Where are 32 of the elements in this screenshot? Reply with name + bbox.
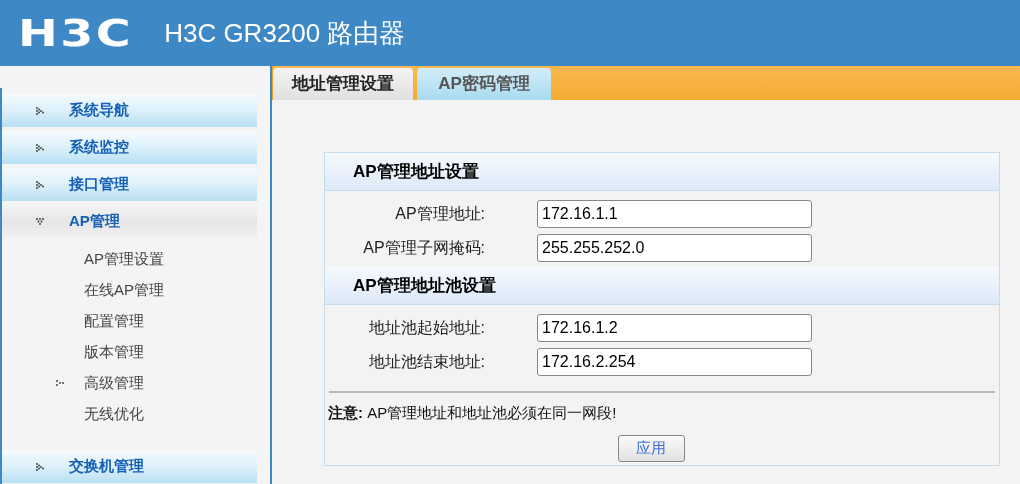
field-label: AP管理子网掩码: xyxy=(362,238,485,258)
expanded-arrow-icon xyxy=(36,217,44,226)
submenu-item[interactable]: 高级管理 xyxy=(2,368,257,399)
field-label: AP管理地址: xyxy=(394,204,485,224)
collapsed-arrow-icon xyxy=(36,462,44,471)
sidebar-item[interactable]: 接口管理 xyxy=(2,168,257,201)
collapsed-arrow-icon xyxy=(36,143,44,152)
sidebar-item[interactable]: 系统监控 xyxy=(2,131,257,164)
submenu-item[interactable]: 配置管理 xyxy=(2,306,257,337)
sidebar-item[interactable]: 交换机管理 xyxy=(2,450,257,483)
collapsed-arrow-icon xyxy=(36,180,44,189)
input-field[interactable]: 172.16.2.254 xyxy=(537,348,812,376)
logo: H3C xyxy=(18,14,134,52)
input-field[interactable]: 172.16.1.1 xyxy=(537,200,812,228)
input-field[interactable]: 172.16.1.2 xyxy=(537,314,812,342)
tab[interactable]: 地址管理设置 xyxy=(273,68,413,100)
note-text: 注意: AP管理地址和地址池必须在同一网段! xyxy=(328,403,618,423)
field-label: 地址池起始地址: xyxy=(367,318,485,338)
section-header: AP管理地址池设置 xyxy=(325,267,999,305)
submenu-item[interactable]: 在线AP管理 xyxy=(2,275,257,306)
window-title: H3C GR3200 路由器 xyxy=(164,16,406,50)
submenu-item[interactable]: 版本管理 xyxy=(2,337,257,368)
section-header: AP管理地址设置 xyxy=(325,153,999,191)
submenu-item[interactable]: AP管理设置 xyxy=(2,244,257,275)
input-field[interactable]: 255.255.252.0 xyxy=(537,234,812,262)
sidebar-item[interactable]: 系统导航 xyxy=(2,94,257,127)
submenu-item[interactable]: 无线优化 xyxy=(2,399,257,430)
collapsed-arrow-icon xyxy=(36,106,44,115)
collapsed-arrow-icon xyxy=(56,379,64,388)
apply-button[interactable]: 应用 xyxy=(617,434,685,462)
tab[interactable]: AP密码管理 xyxy=(417,68,551,100)
field-label: 地址池结束地址: xyxy=(367,352,485,372)
